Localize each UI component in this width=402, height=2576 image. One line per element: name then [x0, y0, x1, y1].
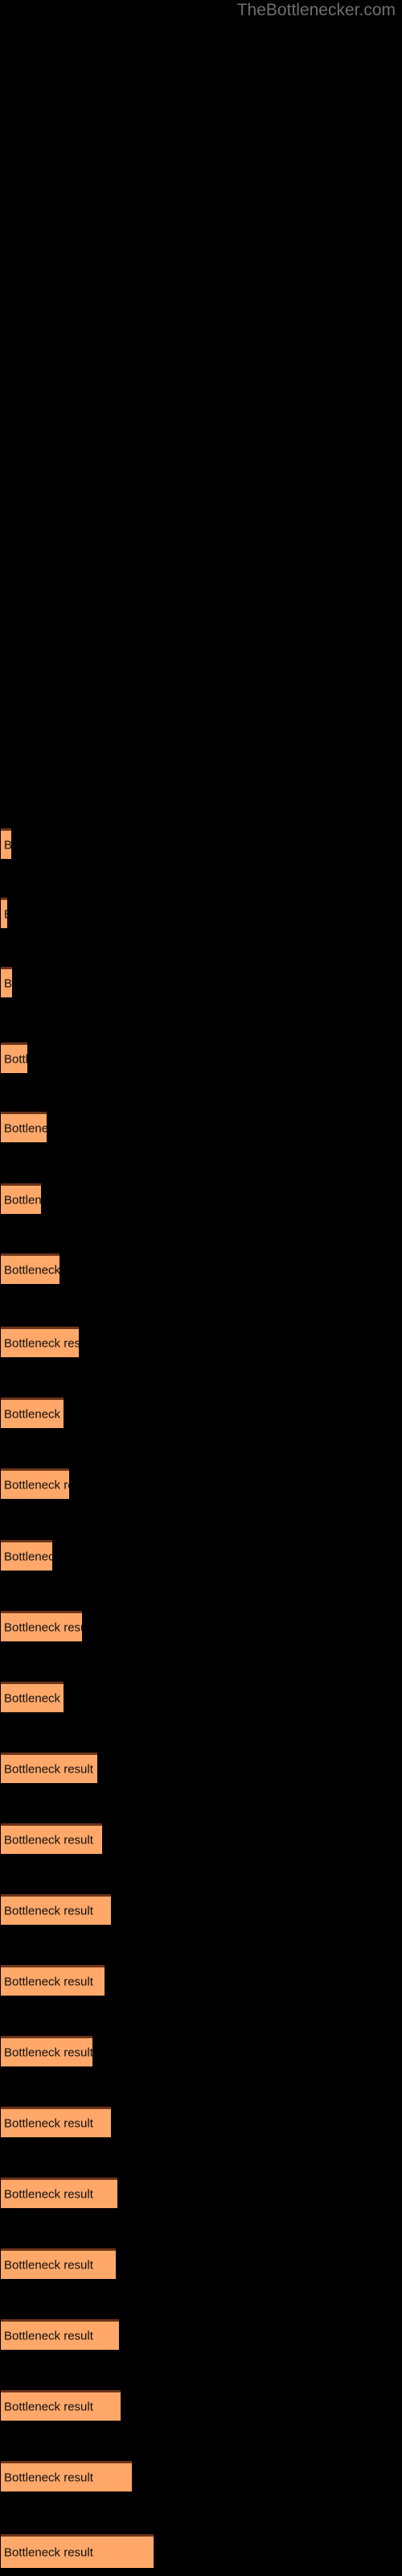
chart-bar[interactable]: Bottleneck result — [1, 1253, 59, 1284]
chart-bar[interactable]: Bottleneck result — [1, 1327, 79, 1357]
chart-bar-label: Bottleneck result — [4, 2046, 92, 2059]
chart-bar-label: Bottleneck result — [4, 1904, 93, 1918]
chart-bar[interactable]: Bottleneck result — [1, 2178, 117, 2208]
chart-bar[interactable]: Bottleneck result — [1, 967, 12, 997]
bottleneck-chart-page: TheBottlenecker.com Bottleneck resultBot… — [0, 0, 402, 2576]
chart-bar-label: Bottleneck result — [4, 1833, 93, 1847]
chart-bar-label: Bottleneck result — [4, 1407, 64, 1421]
chart-bar-label: Bottleneck result — [4, 838, 11, 852]
chart-bar-label: Bottleneck result — [4, 2258, 93, 2272]
chart-bar[interactable]: Bottleneck result — [1, 2534, 154, 2568]
chart-bar-label: Bottleneck result — [4, 1762, 93, 1776]
chart-bar-label: Bottleneck result — [4, 2187, 93, 2201]
chart-bar-label: Bottleneck result — [4, 1336, 79, 1350]
chart-bar-label: Bottleneck result — [4, 1052, 27, 1066]
chart-bar-label: Bottleneck result — [4, 1550, 52, 1563]
chart-bar[interactable]: Bottleneck result — [1, 1682, 64, 1712]
chart-bar[interactable]: Bottleneck result — [1, 1042, 27, 1073]
chart-bar-label: Bottleneck result — [4, 2545, 93, 2559]
chart-bar[interactable]: Bottleneck result — [1, 1965, 105, 1996]
chart-bar-label: Bottleneck result — [4, 2400, 93, 2413]
chart-bar[interactable]: Bottleneck result — [1, 1397, 64, 1428]
chart-bar-label: Bottleneck result — [4, 2471, 93, 2484]
chart-bar[interactable]: Bottleneck result — [1, 828, 11, 859]
chart-bar[interactable]: Bottleneck result — [1, 2461, 132, 2491]
chart-bar-label: Bottleneck result — [4, 907, 7, 921]
chart-bar-label: Bottleneck result — [4, 1193, 41, 1207]
chart-bar-label: Bottleneck result — [4, 976, 12, 990]
chart-bar[interactable]: Bottleneck result — [1, 2319, 119, 2350]
chart-bar-label: Bottleneck result — [4, 1975, 93, 1988]
chart-bar-label: Bottleneck result — [4, 1263, 59, 1277]
chart-bar[interactable]: Bottleneck result — [1, 2036, 92, 2066]
chart-bar[interactable]: Bottleneck result — [1, 1611, 82, 1641]
chart-bar[interactable]: Bottleneck result — [1, 2390, 121, 2421]
chart-bar[interactable]: Bottleneck result — [1, 1540, 52, 1571]
horizontal-bar-chart: Bottleneck result Bottleneck result Bottle… — [0, 0, 402, 2576]
chart-bar-label: Bottleneck result — [4, 1620, 82, 1634]
chart-bar-label: Bottleneck result — [4, 2329, 93, 2343]
chart-bar[interactable]: Bottleneck result — [1, 1823, 102, 1854]
chart-bar-label: Bottleneck result — [4, 1121, 47, 1135]
chart-bar[interactable]: Bottleneck result — [1, 2107, 111, 2137]
chart-bar-label: Bottleneck result — [4, 1691, 64, 1705]
chart-bar[interactable]: Bottleneck result — [1, 2248, 116, 2279]
chart-bar[interactable]: Bottleneck result — [1, 1468, 69, 1499]
chart-bar[interactable]: Bottleneck result — [1, 1183, 41, 1214]
chart-bar[interactable]: Bottleneck result — [1, 1112, 47, 1142]
chart-bar-label: Bottleneck result — [4, 1478, 69, 1492]
chart-bar[interactable]: Bottleneck result — [1, 1752, 97, 1783]
chart-bar-label: Bottleneck result — [4, 2116, 93, 2130]
chart-bar[interactable]: Bottleneck result — [1, 898, 7, 928]
chart-bar[interactable]: Bottleneck result — [1, 1894, 111, 1925]
